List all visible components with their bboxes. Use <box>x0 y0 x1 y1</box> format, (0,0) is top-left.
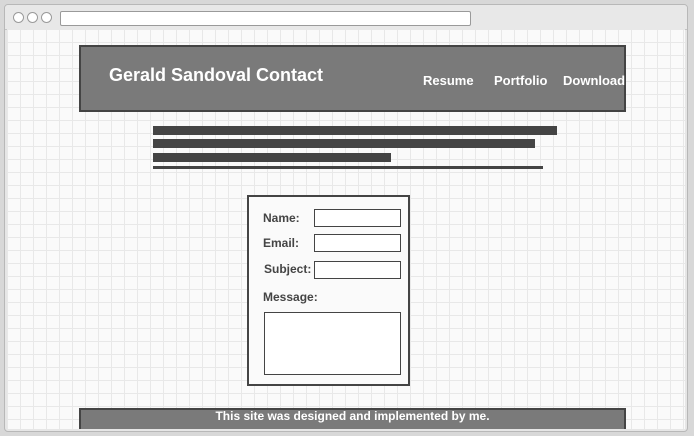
site-header: Gerald Sandoval Contact Resume Portfolio… <box>79 45 626 112</box>
browser-titlebar <box>5 5 687 30</box>
window-minimize-dot[interactable] <box>27 12 38 23</box>
nav-link-download[interactable]: Download <box>563 73 625 88</box>
email-label: Email: <box>263 236 300 250</box>
footer-text: This site was designed and implemented b… <box>215 409 490 423</box>
window-maximize-dot[interactable] <box>41 12 52 23</box>
nav-link-resume[interactable]: Resume <box>423 73 474 88</box>
email-input[interactable] <box>314 234 401 252</box>
address-bar[interactable] <box>60 11 471 26</box>
name-input[interactable] <box>314 209 401 227</box>
site-title: Gerald Sandoval Contact <box>109 65 324 85</box>
name-label: Name: <box>263 211 300 225</box>
browser-window: Gerald Sandoval Contact Resume Portfolio… <box>4 4 688 432</box>
message-label: Message: <box>263 290 318 304</box>
text-line <box>153 166 543 169</box>
window-close-dot[interactable] <box>13 12 24 23</box>
message-textarea[interactable] <box>264 312 401 375</box>
subject-label: Subject: <box>264 262 312 276</box>
nav-link-portfolio[interactable]: Portfolio <box>494 73 547 88</box>
text-line <box>153 153 391 162</box>
text-line <box>153 126 557 135</box>
text-line <box>153 139 535 148</box>
subject-input[interactable] <box>314 261 401 279</box>
site-footer: This site was designed and implemented b… <box>79 408 626 429</box>
contact-form: Name: Email: Subject: Message: <box>247 195 410 386</box>
page-viewport: Gerald Sandoval Contact Resume Portfolio… <box>7 29 685 429</box>
